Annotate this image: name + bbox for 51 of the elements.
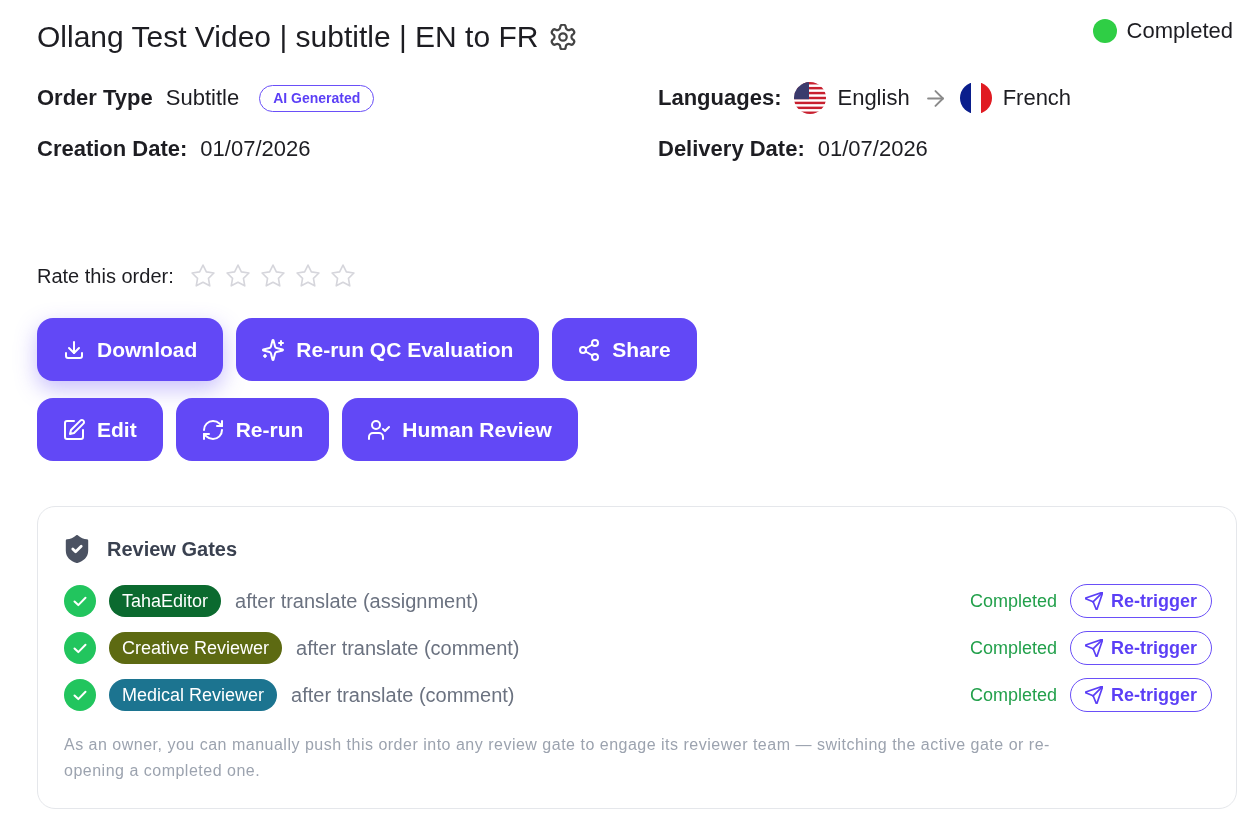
shield-check-icon bbox=[64, 535, 90, 563]
gate-stage: after translate (assignment) bbox=[235, 589, 479, 613]
us-flag-icon bbox=[794, 82, 827, 114]
team-tag: Creative Reviewer bbox=[109, 632, 283, 664]
field-label: Languages: bbox=[658, 85, 782, 111]
edit-icon bbox=[63, 418, 85, 441]
action-button[interactable]: Download bbox=[37, 318, 224, 381]
action-button[interactable]: Edit bbox=[37, 398, 163, 461]
gate-stage: after translate (comment) bbox=[291, 683, 515, 707]
order-status: Completed bbox=[1126, 19, 1233, 43]
send-icon bbox=[1085, 592, 1103, 610]
share-icon bbox=[578, 338, 601, 361]
rating-label: Rate this order: bbox=[37, 264, 174, 288]
star-icon[interactable] bbox=[295, 264, 320, 288]
send-icon bbox=[1085, 639, 1103, 657]
action-button[interactable]: Re-run bbox=[175, 398, 330, 461]
gate-status: Completed bbox=[969, 590, 1057, 612]
sparkles-icon bbox=[262, 338, 285, 361]
download-icon bbox=[63, 338, 85, 361]
status-dot-icon bbox=[1092, 19, 1117, 43]
refresh-icon bbox=[201, 418, 224, 441]
team-tag: Medical Reviewer bbox=[109, 679, 278, 711]
order-title: Ollang Test Video | subtitle | EN to FR bbox=[37, 19, 539, 55]
team-tag: TahaEditor bbox=[109, 585, 222, 617]
field-value: Subtitle bbox=[165, 85, 240, 111]
action-button[interactable]: Share bbox=[552, 318, 697, 381]
field-label: Creation Date: bbox=[37, 136, 188, 162]
section-title: Review Gates bbox=[107, 537, 238, 561]
field-label: Delivery Date: bbox=[658, 136, 805, 162]
gate-status: Completed bbox=[969, 637, 1057, 659]
france-flag-icon bbox=[959, 82, 992, 114]
star-icon[interactable] bbox=[330, 264, 355, 288]
star-icon[interactable] bbox=[190, 264, 215, 288]
retrigger-button[interactable]: Re-trigger bbox=[1070, 678, 1212, 712]
user-check-icon bbox=[368, 418, 391, 441]
field-value: 01/07/2026 bbox=[817, 136, 928, 162]
send-icon bbox=[1085, 686, 1103, 704]
star-icon[interactable] bbox=[225, 264, 250, 288]
field-value: 01/07/2026 bbox=[200, 136, 311, 162]
action-button[interactable]: Human Review bbox=[342, 398, 578, 461]
language-name: English bbox=[837, 85, 910, 111]
retrigger-button[interactable]: Re-trigger bbox=[1070, 584, 1212, 618]
gates-note: As an owner, you can manually push this order into any review gate to engage its reviewer team — switching the active gate or re-opening a completed one. bbox=[64, 735, 1051, 781]
language-name: French bbox=[1002, 85, 1072, 111]
star-icon[interactable] bbox=[260, 264, 285, 288]
action-button[interactable]: Re-run QC Evaluation bbox=[236, 318, 540, 381]
gate-status: Completed bbox=[969, 684, 1057, 706]
retrigger-button[interactable]: Re-trigger bbox=[1070, 631, 1212, 665]
gate-stage: after translate (comment) bbox=[296, 636, 520, 660]
settings-icon[interactable] bbox=[550, 24, 577, 50]
field-label: Order Type bbox=[37, 85, 153, 111]
